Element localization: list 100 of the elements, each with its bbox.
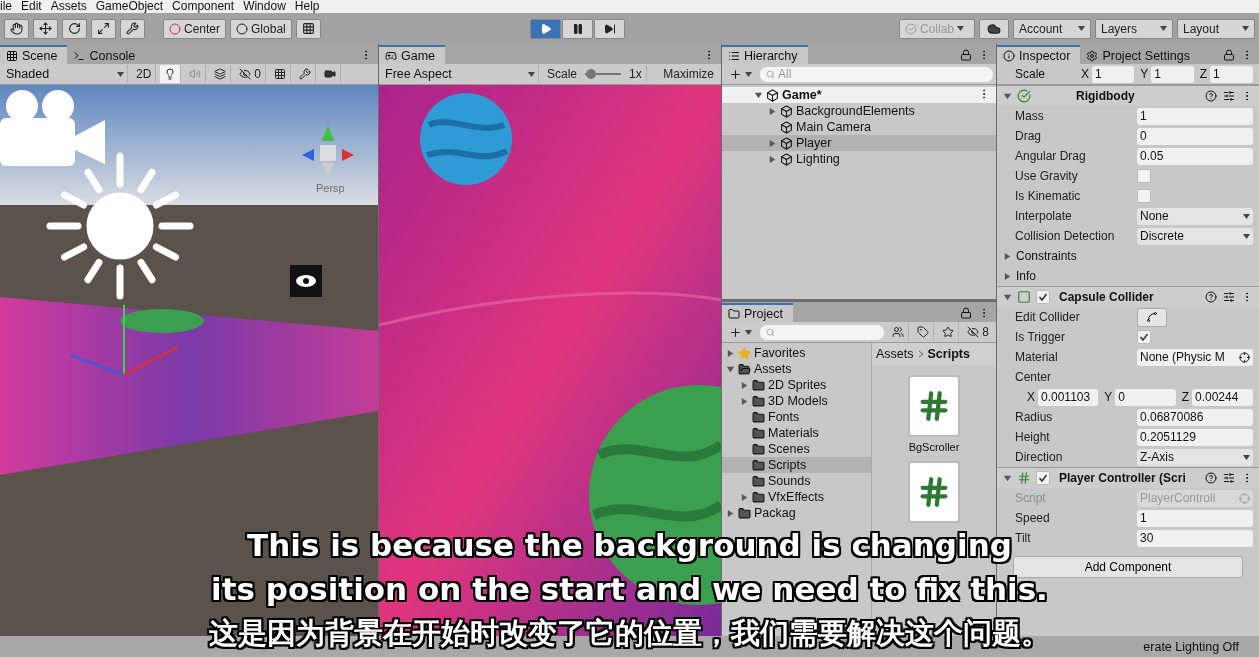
triangle-down-icon[interactable] <box>726 364 735 374</box>
panel-tab[interactable]: Inspector <box>997 45 1081 64</box>
draw-mode-dropdown[interactable]: Shaded <box>3 65 128 83</box>
rotate-tool-button[interactable] <box>62 18 87 39</box>
pause-button[interactable] <box>562 18 593 39</box>
triangle-right-icon[interactable] <box>1003 271 1012 281</box>
menu-item[interactable]: Help <box>294 0 320 13</box>
number-field[interactable]: 1 <box>1092 65 1135 83</box>
panel-tab[interactable]: Hierarchy <box>722 45 808 64</box>
triangle-down-icon[interactable] <box>1003 292 1012 302</box>
scale-tool-button[interactable] <box>91 18 116 39</box>
folder-item[interactable]: Scripts <box>722 457 871 473</box>
mode-2d-toggle[interactable]: 2D <box>132 65 157 83</box>
add-component-button[interactable]: Add Component <box>1013 556 1243 578</box>
input-field[interactable]: 0.05 <box>1137 147 1253 165</box>
space-button[interactable]: Global <box>230 18 292 39</box>
input-field[interactable]: 0.06870086 <box>1137 408 1253 426</box>
number-field[interactable]: 0 <box>1115 388 1176 406</box>
folder-item[interactable]: Favorites <box>722 345 871 361</box>
pivot-button[interactable]: Center <box>163 18 227 39</box>
menu-item[interactable]: Component <box>172 0 235 13</box>
checkbox[interactable] <box>1137 189 1151 203</box>
triangle-right-icon[interactable] <box>1003 251 1012 261</box>
menu-item[interactable]: ile <box>0 0 12 13</box>
panel-tab[interactable]: Scene <box>0 45 68 64</box>
folder-item[interactable]: Packag <box>722 505 871 521</box>
triangle-down-icon[interactable] <box>1003 91 1012 101</box>
aspect-dropdown[interactable]: Free Aspect <box>382 65 539 83</box>
triangle-right-icon[interactable] <box>740 396 749 406</box>
transform-tool-button[interactable] <box>120 18 145 39</box>
dropdown[interactable]: Z-Axis <box>1137 448 1253 466</box>
folder-item[interactable]: 3D Models <box>722 393 871 409</box>
triangle-right-icon[interactable] <box>768 138 777 148</box>
toolbar-dropdown[interactable]: Layout <box>1177 18 1255 39</box>
foldout-label[interactable]: Info <box>1016 269 1036 283</box>
dropdown[interactable]: Discrete <box>1137 227 1253 245</box>
move-tool-button[interactable] <box>33 18 58 39</box>
toolbar-dropdown[interactable]: Layers <box>1095 18 1173 39</box>
menu-item[interactable]: Edit <box>21 0 42 13</box>
triangle-right-icon[interactable] <box>740 380 749 390</box>
lighting-toggle[interactable] <box>160 65 182 83</box>
toolbar-dropdown[interactable]: Account <box>1013 18 1091 39</box>
triangle-down-icon[interactable] <box>1003 473 1012 483</box>
hand-tool-button[interactable] <box>4 18 29 39</box>
folder-item[interactable]: Materials <box>722 425 871 441</box>
menu-item[interactable]: Window <box>243 0 286 13</box>
checkbox[interactable] <box>1137 330 1151 344</box>
play-button[interactable] <box>530 18 561 39</box>
triangle-right-icon[interactable] <box>768 106 777 116</box>
cloud-button[interactable] <box>979 18 1009 39</box>
number-field[interactable]: 0.001103 <box>1038 388 1099 406</box>
folder-item[interactable]: Fonts <box>722 409 871 425</box>
hierarchy-item[interactable]: Lighting <box>722 151 996 167</box>
folder-item[interactable]: Sounds <box>722 473 871 489</box>
checkbox[interactable] <box>1137 169 1151 183</box>
hierarchy-item[interactable]: Main Camera <box>722 119 996 135</box>
triangle-down-icon[interactable] <box>754 90 763 100</box>
number-field[interactable]: 0.00244 <box>1192 388 1253 406</box>
script-file-icon[interactable] <box>908 375 960 437</box>
folder-item[interactable]: VfxEffects <box>722 489 871 505</box>
slider-thumb[interactable] <box>586 69 597 79</box>
hidden-packages-button[interactable]: 8 <box>963 323 993 341</box>
input-field[interactable]: 0 <box>1137 127 1253 145</box>
input-field[interactable]: 1 <box>1137 509 1253 527</box>
checkbox[interactable] <box>1036 471 1050 485</box>
maximize-toggle[interactable]: Maximize <box>659 65 718 83</box>
input-field[interactable]: 1 <box>1137 107 1253 125</box>
triangle-right-icon[interactable] <box>768 154 777 164</box>
folder-item[interactable]: Scenes <box>722 441 871 457</box>
checkbox[interactable] <box>1036 290 1050 304</box>
breadcrumb-item[interactable]: Scripts <box>927 347 970 361</box>
hierarchy-item[interactable]: BackgroundElements <box>722 103 996 119</box>
number-field[interactable]: 1 <box>1210 65 1253 83</box>
foldout-label[interactable]: Constraints <box>1016 249 1077 263</box>
dropdown[interactable]: None <box>1137 207 1253 225</box>
object-field[interactable]: None (Physic M <box>1137 348 1253 366</box>
hierarchy-item[interactable]: Game* <box>722 87 996 103</box>
triangle-right-icon[interactable] <box>740 492 749 502</box>
triangle-right-icon[interactable] <box>726 348 735 358</box>
folder-item[interactable]: Assets <box>722 361 871 377</box>
number-field[interactable]: 1 <box>1151 65 1194 83</box>
hidden-objects-toggle[interactable]: 0 <box>235 65 267 83</box>
input-field[interactable]: 30 <box>1137 529 1253 547</box>
panel-tab[interactable]: Project <box>722 303 793 322</box>
input-field[interactable]: 0.2051129 <box>1137 428 1253 446</box>
snap-button[interactable] <box>295 18 321 39</box>
step-button[interactable] <box>594 18 625 39</box>
folder-item[interactable]: 2D Sprites <box>722 377 871 393</box>
triangle-right-icon[interactable] <box>726 508 735 518</box>
script-file-icon[interactable] <box>908 461 960 523</box>
menu-item[interactable]: Assets <box>50 0 87 13</box>
hierarchy-item[interactable]: Player <box>722 135 996 151</box>
tag-icon <box>917 326 930 338</box>
breadcrumb-item[interactable]: Assets <box>876 347 914 361</box>
check-icon <box>1038 473 1048 483</box>
search-field[interactable] <box>760 324 885 340</box>
menu-item[interactable]: GameObject <box>95 0 164 13</box>
field-label: Height <box>1015 430 1051 444</box>
panel-tab[interactable]: Game <box>379 45 446 64</box>
edit-collider-button[interactable] <box>1137 307 1167 327</box>
